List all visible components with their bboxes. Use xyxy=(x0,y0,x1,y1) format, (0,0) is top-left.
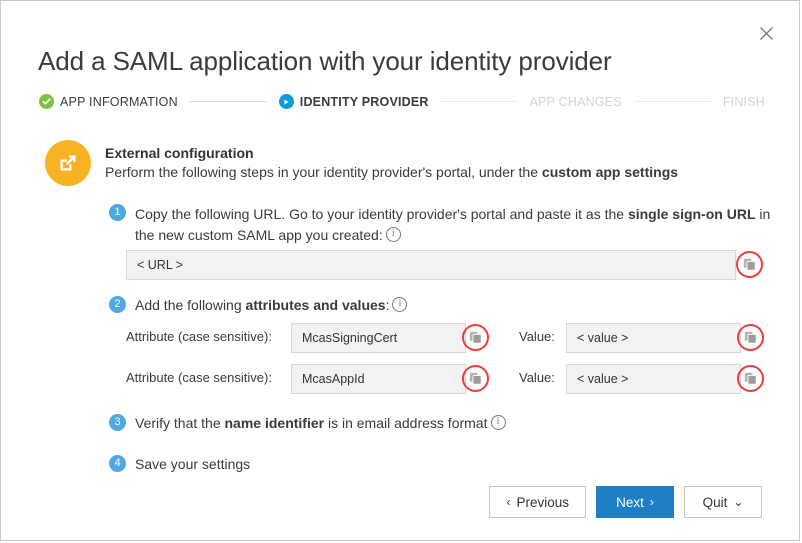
step-label: APP CHANGES xyxy=(529,94,622,109)
instruction-text-a: Add the following xyxy=(135,296,246,313)
saml-setup-dialog: Add a SAML application with your identit… xyxy=(0,0,800,541)
dialog-footer: ‹ Previous Next › Quit ⌄ xyxy=(489,486,762,518)
step-connector xyxy=(633,101,711,102)
step-number-badge: 1 xyxy=(109,204,126,221)
attribute-value-input[interactable] xyxy=(566,323,741,353)
play-icon xyxy=(278,94,294,109)
value-label: Value: xyxy=(519,329,555,344)
instruction-step-2: 2 Add the following attributes and value… xyxy=(109,296,408,313)
chevron-right-icon: › xyxy=(649,495,654,509)
step-connector xyxy=(189,101,267,102)
close-icon[interactable] xyxy=(754,21,778,45)
instruction-text: Verify that the name identifier is in em… xyxy=(135,414,506,431)
info-icon[interactable] xyxy=(490,414,506,430)
instruction-text-b: is in email address format xyxy=(324,414,488,431)
external-link-icon xyxy=(45,140,91,186)
step-finish: FINISH xyxy=(723,95,765,109)
previous-button-label: Previous xyxy=(516,494,569,510)
instruction-text-bold: single sign-on URL xyxy=(627,206,756,222)
step-identity-provider[interactable]: IDENTITY PROVIDER xyxy=(278,94,429,109)
external-configuration-title: External configuration xyxy=(105,145,254,161)
previous-button[interactable]: ‹ Previous xyxy=(489,486,586,518)
chevron-down-icon: ⌄ xyxy=(733,495,744,509)
next-button[interactable]: Next › xyxy=(596,486,674,518)
attribute-name-input[interactable] xyxy=(291,364,466,394)
copy-attribute-button[interactable] xyxy=(462,324,489,351)
step-number-badge: 2 xyxy=(109,296,126,313)
instruction-text-b: : xyxy=(385,296,390,313)
step-label: FINISH xyxy=(722,94,765,109)
copy-value-button[interactable] xyxy=(737,365,764,392)
attribute-value-input[interactable] xyxy=(566,364,741,394)
quit-button[interactable]: Quit ⌄ xyxy=(684,486,762,518)
attribute-name-input[interactable] xyxy=(291,323,466,353)
step-app-information[interactable]: APP INFORMATION xyxy=(39,94,178,109)
step-connector xyxy=(440,101,518,102)
single-sign-on-url-input[interactable] xyxy=(126,250,736,280)
info-icon[interactable] xyxy=(392,296,408,312)
external-configuration-header: External configuration Perform the follo… xyxy=(45,140,678,186)
step-app-changes: APP CHANGES xyxy=(530,95,622,109)
copy-url-button[interactable] xyxy=(736,251,763,278)
step-number-badge: 3 xyxy=(109,414,126,431)
step-label: APP INFORMATION xyxy=(60,94,178,109)
check-icon xyxy=(39,94,54,109)
external-configuration-subtitle: Perform the following steps in your iden… xyxy=(105,164,678,180)
instruction-text-a: Verify that the xyxy=(135,414,225,431)
instruction-step-3: 3 Verify that the name identifier is in … xyxy=(109,414,506,431)
instruction-text: Copy the following URL. Go to your ident… xyxy=(135,204,785,246)
step-label: IDENTITY PROVIDER xyxy=(299,94,429,109)
instruction-step-1: 1 Copy the following URL. Go to your ide… xyxy=(109,204,785,246)
attribute-label: Attribute (case sensitive): xyxy=(126,329,272,344)
instruction-text: Save your settings xyxy=(135,455,251,472)
page-title: Add a SAML application with your identit… xyxy=(38,46,612,76)
chevron-left-icon: ‹ xyxy=(506,495,511,509)
instruction-text-bold: attributes and values xyxy=(245,296,386,313)
instruction-text-bold: name identifier xyxy=(224,414,325,431)
subtitle-text: Perform the following steps in your iden… xyxy=(105,164,542,180)
subtitle-bold: custom app settings xyxy=(541,164,679,180)
copy-attribute-button[interactable] xyxy=(462,365,489,392)
instruction-text: Add the following attributes and values: xyxy=(135,296,408,313)
value-label: Value: xyxy=(519,370,555,385)
quit-button-label: Quit xyxy=(702,494,728,510)
wizard-stepper: APP INFORMATION IDENTITY PROVIDER APP CH… xyxy=(39,94,765,109)
instruction-text-a: Copy the following URL. Go to your ident… xyxy=(135,206,628,222)
info-icon[interactable] xyxy=(385,226,401,242)
copy-value-button[interactable] xyxy=(737,324,764,351)
next-button-label: Next xyxy=(616,494,644,510)
attribute-label: Attribute (case sensitive): xyxy=(126,370,272,385)
step-number-badge: 4 xyxy=(109,455,126,472)
instruction-step-4: 4 Save your settings xyxy=(109,455,250,472)
